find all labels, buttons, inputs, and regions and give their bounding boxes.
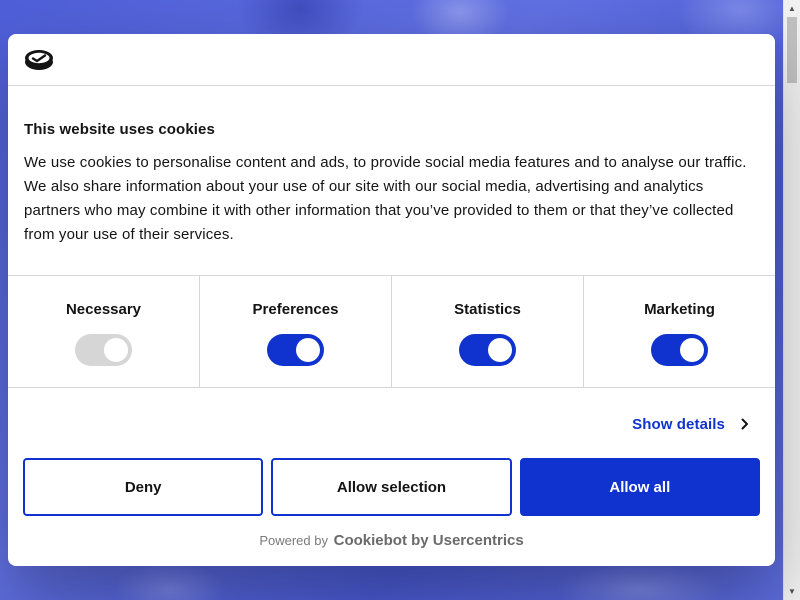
allow-all-button[interactable]: Allow all	[519, 458, 760, 516]
toggle-marketing[interactable]	[651, 334, 708, 366]
toggle-knob	[104, 338, 128, 362]
toggle-knob	[488, 338, 512, 362]
powered-by-text: Powered by	[259, 533, 328, 548]
cookie-consent-dialog: This website uses cookies We use cookies…	[8, 34, 775, 566]
pref-label: Preferences	[252, 301, 339, 318]
powered-by-footer: Powered by Cookiebot by Usercentrics	[8, 531, 775, 551]
toggle-preferences[interactable]	[267, 334, 324, 366]
pref-label: Necessary	[65, 301, 142, 318]
allow-selection-button[interactable]: Allow selection	[271, 458, 512, 516]
pref-marketing: Marketing	[583, 276, 775, 387]
pref-label: Marketing	[644, 301, 715, 318]
vertical-scrollbar[interactable]: ▲ ▼	[783, 0, 800, 600]
pref-necessary: Necessary	[8, 276, 199, 387]
pref-label: Statistics	[454, 301, 521, 318]
show-details-link[interactable]: Show details	[632, 412, 751, 436]
dialog-description: We use cookies to personalise content an…	[24, 154, 747, 243]
toggle-knob	[680, 338, 704, 362]
pref-statistics: Statistics	[391, 276, 583, 387]
toggle-necessary[interactable]	[75, 334, 132, 366]
scroll-down-arrow-icon[interactable]: ▼	[784, 583, 800, 600]
deny-button[interactable]: Deny	[23, 458, 264, 516]
toggle-statistics[interactable]	[459, 334, 516, 366]
pref-preferences: Preferences	[199, 276, 391, 387]
consent-preferences: Necessary Preferences Statistics Marketi…	[8, 275, 775, 388]
dialog-body: This website uses cookies We use cookies…	[8, 121, 775, 247]
dialog-header	[8, 34, 775, 86]
consent-buttons: Deny Allow selection Allow all	[23, 458, 760, 516]
scroll-thumb[interactable]	[787, 17, 797, 83]
toggle-knob	[296, 338, 320, 362]
cookiebot-logo-icon	[25, 49, 53, 70]
dialog-title: This website uses cookies	[24, 121, 215, 138]
chevron-right-icon[interactable]	[739, 418, 751, 430]
cookiebot-brand-link[interactable]: Cookiebot by Usercentrics	[334, 532, 524, 549]
scroll-up-arrow-icon[interactable]: ▲	[784, 0, 800, 17]
show-details-label[interactable]: Show details	[632, 416, 725, 433]
